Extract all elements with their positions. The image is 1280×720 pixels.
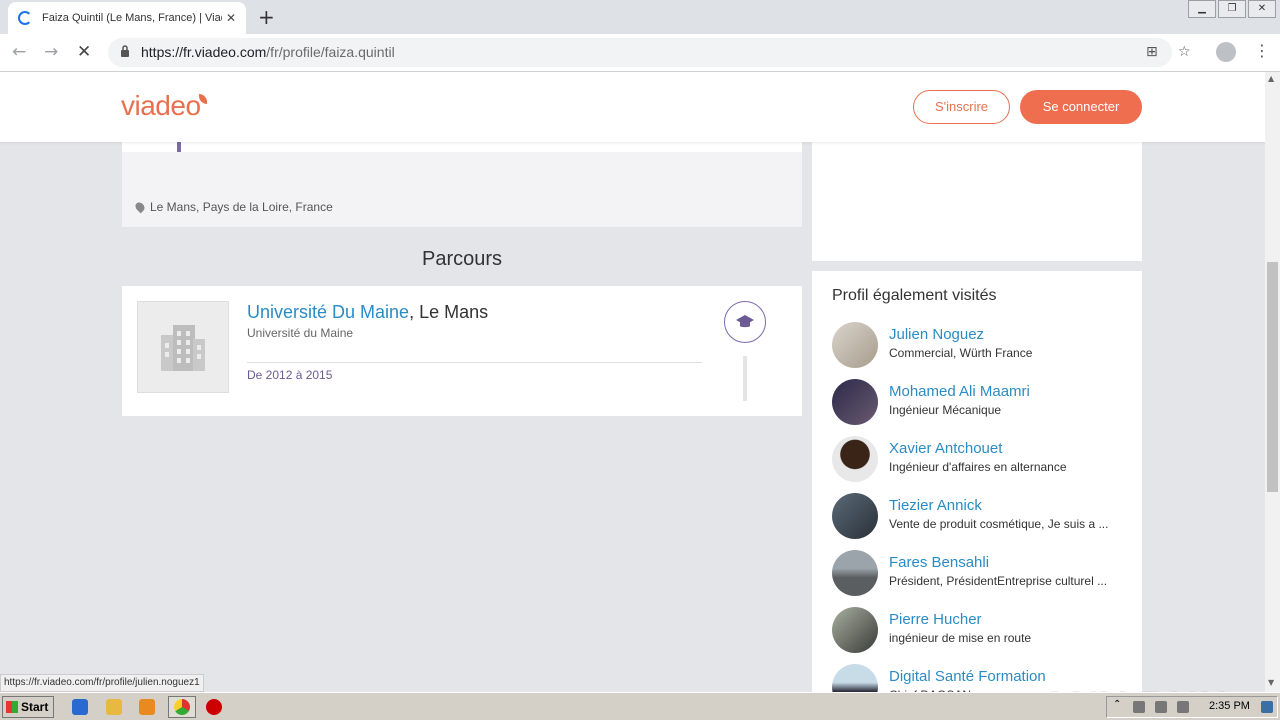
list-item[interactable]: Mohamed Ali Maamri Ingénieur Mécanique <box>832 379 1132 429</box>
list-item[interactable]: Tiezier Annick Vente de produit cosmétiq… <box>832 493 1132 543</box>
url-path: /fr/profile/faiza.quintil <box>266 44 395 60</box>
loading-spinner-icon <box>18 11 32 25</box>
person-name[interactable]: Digital Santé Formation <box>889 668 1046 685</box>
avatar <box>832 493 878 539</box>
account-avatar-icon[interactable] <box>1216 42 1236 62</box>
network-icon[interactable] <box>1133 701 1145 713</box>
back-icon[interactable]: ← <box>12 42 26 62</box>
list-item[interactable]: Pierre Hucher ingénieur de mise en route <box>832 607 1132 657</box>
flag-icon[interactable] <box>1177 701 1189 713</box>
divider <box>247 362 702 363</box>
close-window-icon[interactable]: ✕ <box>1248 0 1276 18</box>
security-alert-icon[interactable] <box>206 699 222 715</box>
person-name[interactable]: Tiezier Annick <box>889 497 982 514</box>
page-viewport: Le Mans, Pays de la Loire, France Parcou… <box>0 72 1265 692</box>
list-item[interactable]: Xavier Antchouet Ingénieur d'affaires en… <box>832 436 1132 486</box>
folder-icon[interactable] <box>106 699 122 715</box>
volume-icon[interactable] <box>1155 701 1167 713</box>
register-button[interactable]: S'inscrire <box>913 90 1010 124</box>
person-role: Ingénieur Mécanique <box>889 403 1002 417</box>
window-controls: ▁ ❐ ✕ <box>1188 0 1276 18</box>
person-role: Président, PrésidentEntreprise culturel … <box>889 574 1108 588</box>
person-name[interactable]: Julien Noguez <box>889 326 984 343</box>
education-dates: De 2012 à 2015 <box>247 368 333 382</box>
page-scrollbar[interactable]: ▲ ▼ <box>1265 72 1280 692</box>
close-tab-icon[interactable]: ✕ <box>226 11 236 25</box>
location: Le Mans, Pays de la Loire, France <box>133 200 333 214</box>
list-item[interactable]: Fares Bensahli Président, PrésidentEntre… <box>832 550 1132 600</box>
anyrun-watermark: ANY RUN <box>1040 684 1229 692</box>
windows-taskbar: Start ⌃ 2:35 PM <box>0 692 1280 720</box>
address-bar[interactable]: https://fr.viadeo.com/fr/profile/faiza.q… <box>108 38 1191 67</box>
stop-loading-icon[interactable]: ✕ <box>77 42 91 62</box>
profile-summary-card: Le Mans, Pays de la Loire, France <box>122 132 802 227</box>
avatar <box>832 436 878 482</box>
person-role: ingénieur de mise en route <box>889 631 1032 645</box>
avatar <box>832 550 878 596</box>
person-name[interactable]: Fares Bensahli <box>889 554 989 571</box>
tab-title: Faiza Quintil (Le Mans, France) | Viadeo <box>42 12 222 24</box>
school-link[interactable]: Université Du Maine <box>247 302 409 322</box>
person-role: Commercial, Würth France <box>889 346 1033 360</box>
bookmark-star-icon[interactable]: ☆ <box>1178 44 1191 60</box>
person-name[interactable]: Pierre Hucher <box>889 611 982 628</box>
graduation-cap-icon <box>736 315 754 328</box>
browser-menu-icon[interactable]: ⋮ <box>1254 41 1270 60</box>
school-logo-placeholder <box>137 301 229 393</box>
site-header: viadeo S'inscrire Se connecter <box>0 72 1265 142</box>
url-host: https://fr.viadeo.com <box>141 44 267 60</box>
also-viewed-card: Profil également visités Julien Noguez C… <box>812 271 1142 692</box>
location-text: Le Mans, Pays de la Loire, France <box>150 200 333 214</box>
parcours-heading: Parcours <box>421 248 503 270</box>
graduation-cap-badge <box>724 301 766 343</box>
person-role: Vente de produit cosmétique, Je suis a .… <box>889 517 1109 531</box>
ie-icon[interactable] <box>72 699 88 715</box>
forward-icon[interactable]: → <box>44 42 58 62</box>
status-bar-url: https://fr.viadeo.com/fr/profile/julien.… <box>0 674 204 692</box>
restore-icon[interactable]: ❐ <box>1218 0 1246 18</box>
person-role: Ingénieur d'affaires en alternance <box>889 460 1067 474</box>
media-player-icon[interactable] <box>139 699 155 715</box>
windows-logo-icon <box>6 701 18 713</box>
avatar <box>832 607 878 653</box>
clock: 2:35 PM <box>1209 700 1250 712</box>
browser-tab-bar: Faiza Quintil (Le Mans, France) | Viadeo… <box>0 0 1280 34</box>
translate-icon[interactable]: ⊞ <box>1146 44 1158 60</box>
tray-expand-icon[interactable]: ⌃ <box>1113 699 1125 711</box>
avatar <box>832 379 878 425</box>
profile-location-area: Le Mans, Pays de la Loire, France <box>122 152 802 227</box>
lock-icon <box>121 45 129 57</box>
viadeo-logo[interactable]: viadeo <box>121 90 207 122</box>
browser-tab[interactable]: Faiza Quintil (Le Mans, France) | Viadeo… <box>8 2 246 34</box>
browser-toolbar: ← → ✕ https://fr.viadeo.com/fr/profile/f… <box>0 34 1280 72</box>
minimize-icon[interactable]: ▁ <box>1188 0 1216 18</box>
person-name[interactable]: Mohamed Ali Maamri <box>889 383 1030 400</box>
person-name[interactable]: Xavier Antchouet <box>889 440 1002 457</box>
show-desktop-icon[interactable] <box>1261 701 1273 713</box>
logo-text: viadeo <box>121 90 201 121</box>
scrollbar-thumb[interactable] <box>1267 262 1278 492</box>
avatar <box>832 322 878 368</box>
system-tray: ⌃ 2:35 PM <box>1106 696 1278 718</box>
school-city: , Le Mans <box>409 302 489 322</box>
building-icon <box>161 325 205 371</box>
list-item[interactable]: Julien Noguez Commercial, Würth France <box>832 322 1132 372</box>
start-button[interactable]: Start <box>2 696 54 718</box>
timeline-line <box>743 356 747 401</box>
avatar <box>832 664 878 692</box>
sidebar-top-card <box>812 132 1142 261</box>
chrome-icon <box>174 699 190 715</box>
start-label: Start <box>21 700 49 714</box>
location-pin-icon <box>133 200 147 214</box>
school-subtitle: Université du Maine <box>247 326 354 340</box>
scroll-down-icon[interactable]: ▼ <box>1268 678 1274 687</box>
scroll-up-icon[interactable]: ▲ <box>1268 74 1274 83</box>
login-button[interactable]: Se connecter <box>1020 90 1142 124</box>
education-card: Université Du Maine, Le Mans Université … <box>122 286 802 416</box>
url-text: https://fr.viadeo.com/fr/profile/faiza.q… <box>141 44 395 60</box>
school-title: Université Du Maine, Le Mans <box>247 302 488 323</box>
new-tab-icon[interactable]: + <box>258 5 275 29</box>
also-viewed-title: Profil également visités <box>832 287 997 304</box>
